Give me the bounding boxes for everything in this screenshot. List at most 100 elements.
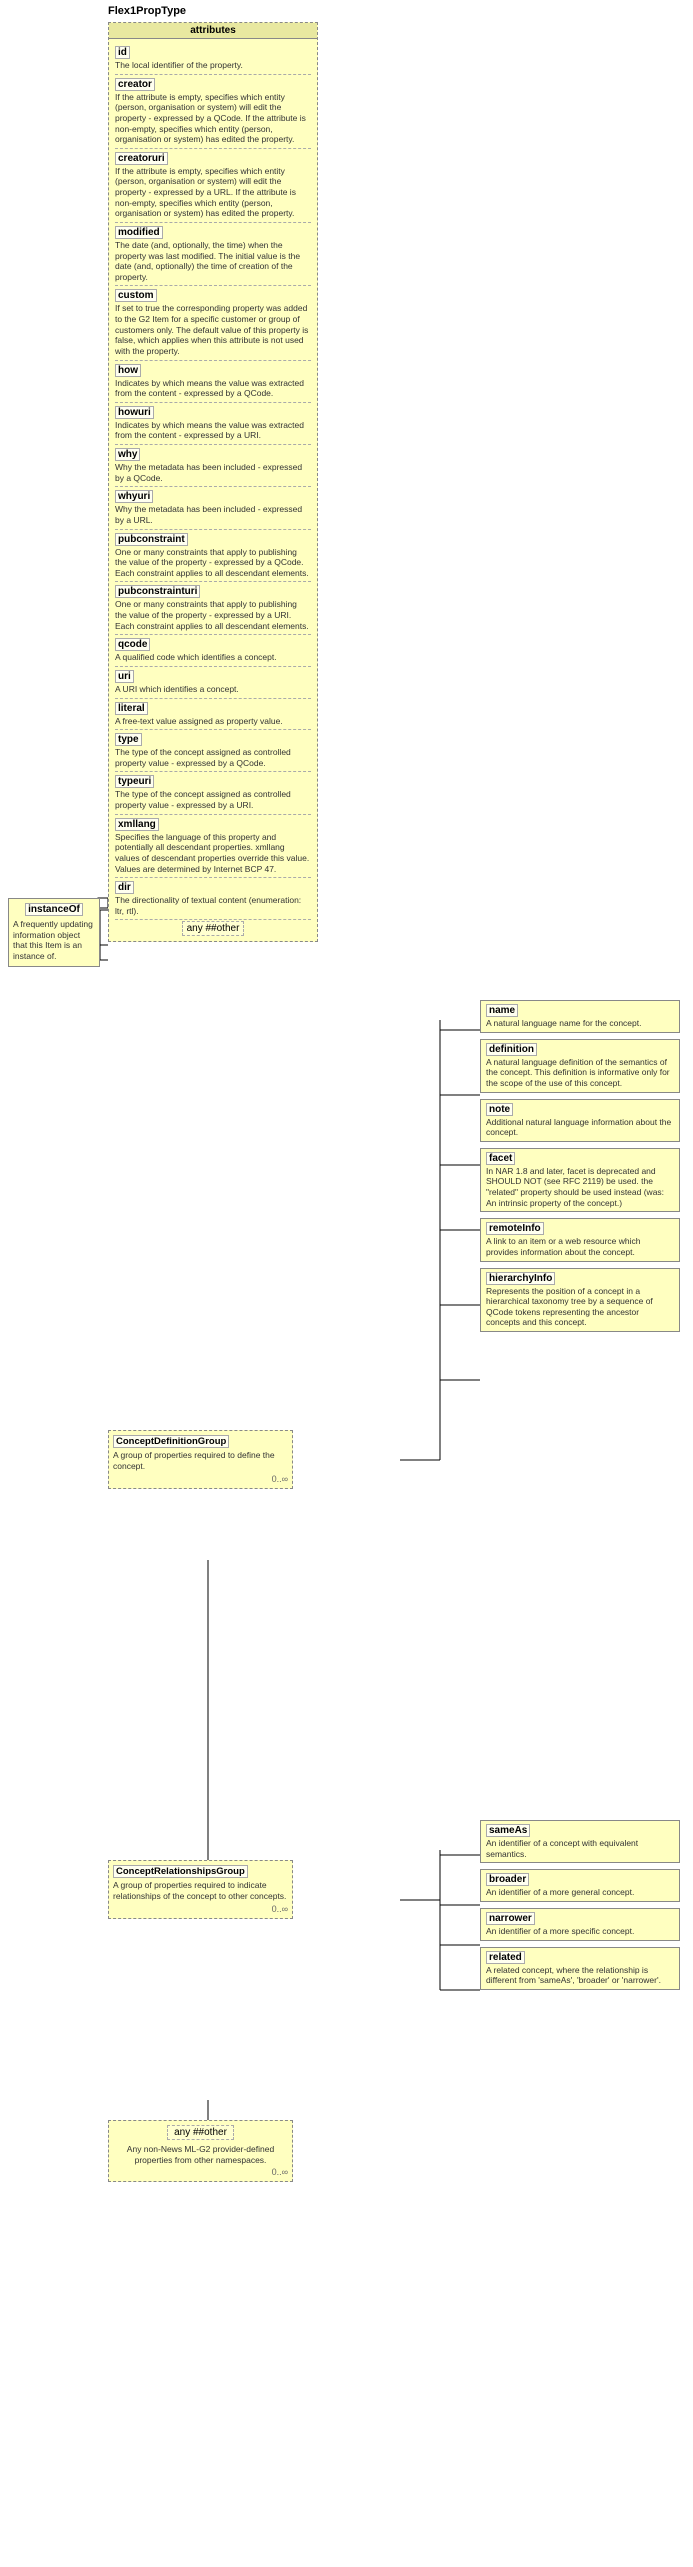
attr-literal-desc: A free-text value assigned as property v… (115, 716, 311, 727)
attr-qcode-name: qcode (115, 638, 150, 651)
concept-definition-group-label: ConceptDefinitionGroup (113, 1435, 229, 1448)
page-wrapper: ... ... Flex1PropType (0, 0, 693, 2567)
bottom-any-other-label: any ##other (167, 2125, 234, 2140)
concept-relationships-group-box: ConceptRelationshipsGroup A group of pro… (108, 1860, 293, 1919)
attr-dir-desc: The directionality of textual content (e… (115, 895, 311, 916)
attr-xmllang: xmllang Specifies the language of this p… (115, 818, 311, 875)
concept-name-box: name A natural language name for the con… (480, 1000, 680, 1033)
attr-id-name: id (115, 46, 130, 59)
attr-uri: uri A URI which identifies a concept. (115, 670, 311, 695)
concept-narrower-label: narrower (486, 1912, 535, 1925)
concept-broader-desc: An identifier of a more general concept. (486, 1887, 674, 1898)
attr-dir: dir The directionality of textual conten… (115, 881, 311, 916)
concept-definition-box: definition A natural language definition… (480, 1039, 680, 1093)
attr-why: why Why the metadata has been included -… (115, 448, 311, 483)
concept-hierarchyinfo-desc: Represents the position of a concept in … (486, 1286, 674, 1329)
attr-type: type The type of the concept assigned as… (115, 733, 311, 768)
attr-why-name: why (115, 448, 140, 461)
instanceof-desc: A frequently updating information object… (13, 919, 95, 962)
concept-remoteinfo-label: remoteInfo (486, 1222, 544, 1235)
concept-relationships-group-multiplicity: 0..∞ (272, 1904, 288, 1914)
attr-creatoruri-desc: If the attribute is empty, specifies whi… (115, 166, 311, 219)
attr-creator: creator If the attribute is empty, speci… (115, 78, 311, 145)
attr-modified: modified The date (and, optionally, the … (115, 226, 311, 283)
concept-sameas-box: sameAs An identifier of a concept with e… (480, 1820, 680, 1863)
concept-facet-box: facet In NAR 1.8 and later, facet is dep… (480, 1148, 680, 1213)
concept-definition-group-multiplicity: 0..∞ (272, 1474, 288, 1484)
any-other-row: any ##other (115, 923, 311, 934)
concept-relationships-group-label: ConceptRelationshipsGroup (113, 1865, 248, 1878)
concept-definition-group-desc: A group of properties required to define… (113, 1450, 288, 1471)
instanceof-box: instanceOf A frequently updating informa… (8, 898, 100, 967)
concept-name-desc: A natural language name for the concept. (486, 1018, 674, 1029)
attr-creator-name: creator (115, 78, 155, 91)
attr-pubconstrainturi-desc: One or many constraints that apply to pu… (115, 599, 311, 631)
attr-pubconstraint-desc: One or many constraints that apply to pu… (115, 547, 311, 579)
concept-name-label: name (486, 1004, 518, 1017)
attr-uri-name: uri (115, 670, 134, 683)
concept-related-label: related (486, 1951, 525, 1964)
concept-note-desc: Additional natural language information … (486, 1117, 674, 1138)
attr-custom: custom If set to true the corresponding … (115, 289, 311, 356)
attr-typeuri-name: typeuri (115, 775, 154, 788)
attr-literal-name: literal (115, 702, 148, 715)
attr-xmllang-name: xmllang (115, 818, 159, 831)
attr-dir-name: dir (115, 881, 134, 894)
concept-remoteinfo-desc: A link to an item or a web resource whic… (486, 1236, 674, 1257)
bottom-any-other-desc: Any non-News ML-G2 provider-defined prop… (113, 2144, 288, 2165)
attr-creatoruri-name: creatoruri (115, 152, 168, 165)
attr-modified-name: modified (115, 226, 163, 239)
attr-xmllang-desc: Specifies the language of this property … (115, 832, 311, 875)
attr-typeuri-desc: The type of the concept assigned as cont… (115, 789, 311, 810)
bottom-any-other-multiplicity: 0..∞ (272, 2167, 288, 2177)
attr-type-name: type (115, 733, 142, 746)
attr-modified-desc: The date (and, optionally, the time) whe… (115, 240, 311, 283)
instanceof-label: instanceOf (25, 903, 83, 916)
attr-creator-desc: If the attribute is empty, specifies whi… (115, 92, 311, 145)
concept-definition-label: definition (486, 1043, 537, 1056)
concept-related-box: related A related concept, where the rel… (480, 1947, 680, 1990)
concept-remoteinfo-box: remoteInfo A link to an item or a web re… (480, 1218, 680, 1261)
main-title: Flex1PropType (108, 5, 186, 17)
attr-how-name: how (115, 364, 141, 377)
concept-facet-label: facet (486, 1152, 515, 1165)
concept-note-box: note Additional natural language informa… (480, 1099, 680, 1142)
bottom-any-other-box: any ##other Any non-News ML-G2 provider-… (108, 2120, 293, 2182)
concept-broader-box: broader An identifier of a more general … (480, 1869, 680, 1902)
attr-id-desc: The local identifier of the property. (115, 60, 311, 71)
attr-qcode: qcode A qualified code which identifies … (115, 638, 311, 663)
attr-type-desc: The type of the concept assigned as cont… (115, 747, 311, 768)
attr-pubconstrainturi-name: pubconstrainturi (115, 585, 200, 598)
concept-definition-group-box: ConceptDefinitionGroup A group of proper… (108, 1430, 293, 1489)
concept-sameas-desc: An identifier of a concept with equivale… (486, 1838, 674, 1859)
attr-pubconstrainturi: pubconstrainturi One or many constraints… (115, 585, 311, 631)
concept-related-desc: A related concept, where the relationshi… (486, 1965, 674, 1986)
concept-note-label: note (486, 1103, 513, 1116)
concept-broader-label: broader (486, 1873, 529, 1886)
attr-whyuri: whyuri Why the metadata has been include… (115, 490, 311, 525)
attr-uri-desc: A URI which identifies a concept. (115, 684, 311, 695)
concept-relationships-group-desc: A group of properties required to indica… (113, 1880, 288, 1901)
attributes-body: id The local identifier of the property.… (109, 39, 317, 941)
attr-custom-desc: If set to true the corresponding propert… (115, 303, 311, 356)
attributes-box: attributes id The local identifier of th… (108, 22, 318, 942)
attributes-title: attributes (109, 23, 317, 39)
attr-literal: literal A free-text value assigned as pr… (115, 702, 311, 727)
attr-pubconstraint-name: pubconstraint (115, 533, 188, 546)
attr-typeuri: typeuri The type of the concept assigned… (115, 775, 311, 810)
concept-hierarchyinfo-box: hierarchyInfo Represents the position of… (480, 1268, 680, 1333)
concept-narrower-desc: An identifier of a more specific concept… (486, 1926, 674, 1937)
attr-why-desc: Why the metadata has been included - exp… (115, 462, 311, 483)
concept-facet-desc: In NAR 1.8 and later, facet is deprecate… (486, 1166, 674, 1209)
attr-creatoruri: creatoruri If the attribute is empty, sp… (115, 152, 311, 219)
concept-definition-desc: A natural language definition of the sem… (486, 1057, 674, 1089)
attr-howuri-name: howuri (115, 406, 154, 419)
attr-howuri: howuri Indicates by which means the valu… (115, 406, 311, 441)
any-other-label: any ##other (182, 921, 245, 936)
concept-narrower-box: narrower An identifier of a more specifi… (480, 1908, 680, 1941)
concept-sameas-label: sameAs (486, 1824, 530, 1837)
attr-custom-name: custom (115, 289, 157, 302)
attr-whyuri-desc: Why the metadata has been included - exp… (115, 504, 311, 525)
attr-qcode-desc: A qualified code which identifies a conc… (115, 652, 311, 663)
concept-hierarchyinfo-label: hierarchyInfo (486, 1272, 555, 1285)
